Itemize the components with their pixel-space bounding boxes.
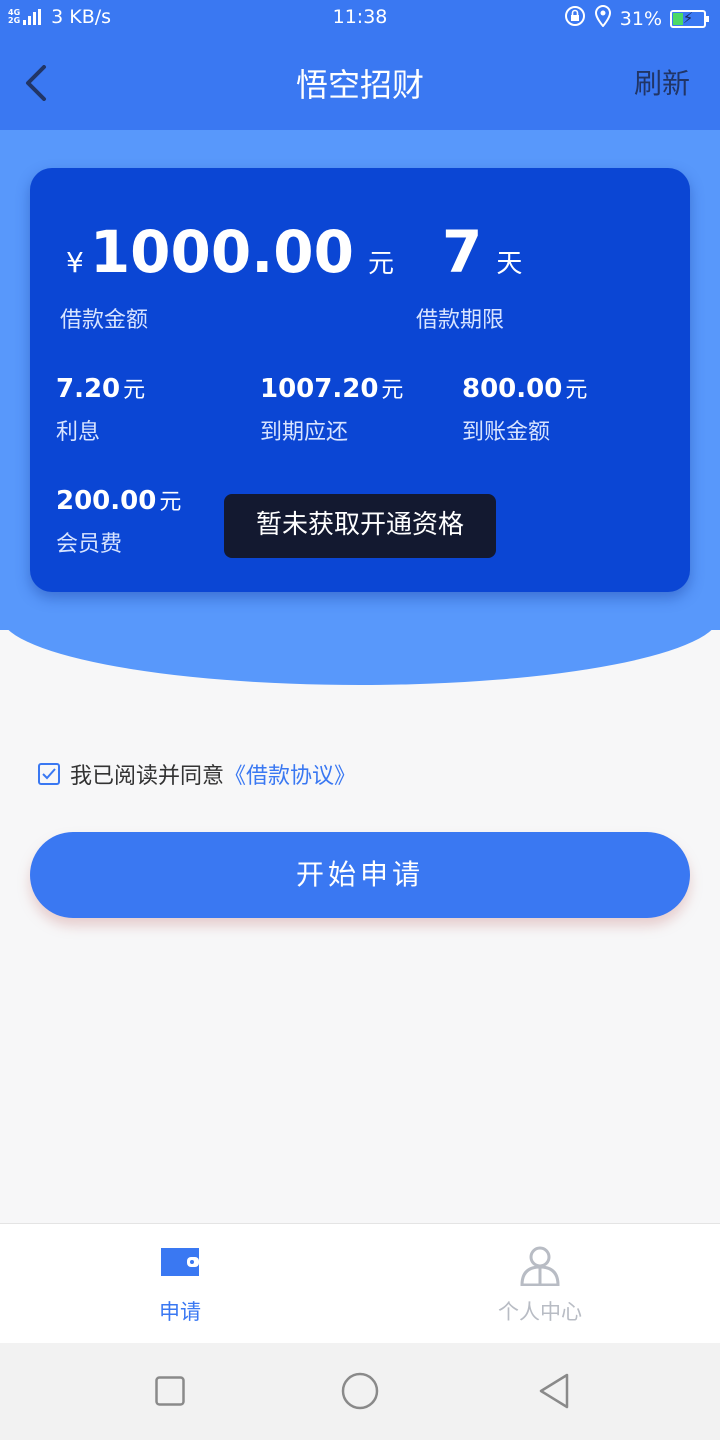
loan-amount-unit: 元	[368, 249, 395, 279]
tab-bar: 申请 个人中心	[0, 1223, 720, 1343]
system-navigation-bar	[0, 1343, 720, 1440]
tab-personal-center[interactable]: 个人中心	[360, 1224, 720, 1344]
status-right: 31% ⚡	[564, 4, 709, 32]
navbar: 悟空招财 刷新	[0, 36, 720, 130]
currency-symbol: ¥	[66, 246, 84, 279]
page-title: 悟空招财	[295, 66, 424, 104]
loan-term-unit: 天	[496, 249, 523, 279]
square-icon	[155, 1376, 185, 1406]
charging-bolt-icon: ⚡	[682, 8, 694, 27]
start-apply-button[interactable]: 开始申请	[30, 832, 690, 918]
stat-membership-fee: 200.00 元 会员费	[56, 486, 182, 557]
check-icon	[42, 768, 56, 780]
tab-apply-label: 申请	[159, 1300, 201, 1324]
rotation-lock-icon	[564, 5, 586, 32]
stat-received-amount: 800.00 元 到账金额	[462, 374, 588, 445]
system-back-button[interactable]	[534, 1371, 574, 1411]
toast-message: 暂未获取开通资格	[224, 494, 496, 558]
circle-icon	[341, 1372, 379, 1410]
agreement-checkbox[interactable]	[38, 763, 60, 785]
location-icon	[594, 4, 612, 32]
agreement-row: 我已阅读并同意 《借款协议》	[38, 758, 356, 790]
refresh-button[interactable]: 刷新	[634, 62, 690, 102]
triangle-back-icon	[539, 1373, 569, 1409]
tab-apply[interactable]: 申请	[0, 1224, 360, 1344]
stat-interest: 7.20 元 利息	[56, 374, 146, 445]
person-icon	[520, 1246, 560, 1286]
stat-total-due: 1007.20 元 到期应还	[260, 374, 404, 445]
loan-amount: ¥ 1000.00 元	[66, 218, 394, 286]
recent-apps-button[interactable]	[150, 1371, 190, 1411]
loan-term-value: 7	[442, 218, 483, 286]
wallet-icon	[161, 1248, 199, 1276]
home-button[interactable]	[340, 1371, 380, 1411]
loan-term: 7 天	[442, 218, 522, 286]
battery-percent: 31%	[619, 7, 662, 30]
battery-icon: ⚡	[670, 8, 709, 28]
loan-term-label: 借款期限	[416, 308, 505, 333]
agreement-text: 我已阅读并同意	[70, 764, 225, 789]
loan-amount-label: 借款金额	[60, 308, 149, 333]
tab-personal-center-label: 个人中心	[498, 1300, 582, 1324]
status-bar: 4G 2G 3 KB/s 11:38 31% ⚡	[0, 0, 720, 36]
loan-agreement-link[interactable]: 《借款协议》	[224, 758, 356, 790]
loan-amount-value: 1000.00	[89, 218, 354, 286]
